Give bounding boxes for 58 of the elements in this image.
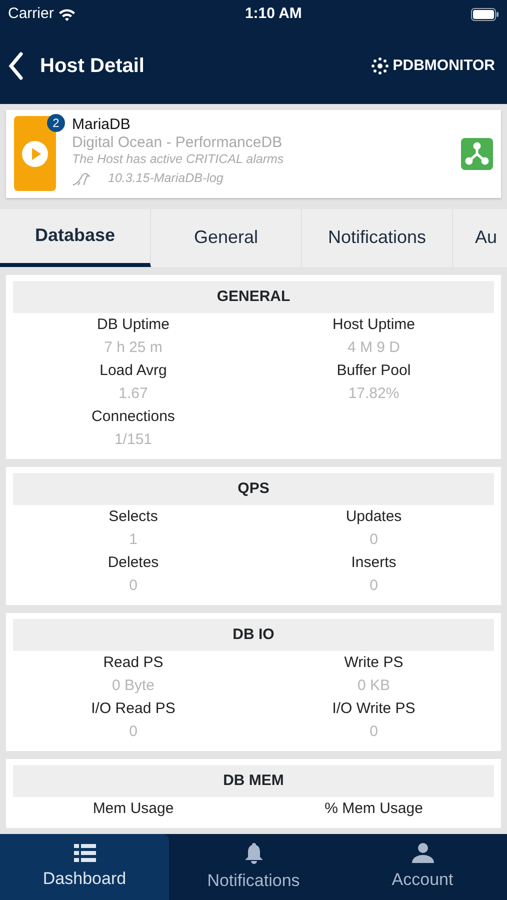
metric-value: 0 bbox=[128, 576, 138, 596]
clock-time: 1:10 AM bbox=[244, 4, 302, 24]
metric-label: I/O Write PS bbox=[331, 699, 416, 719]
metric-value: 7 h 25 m bbox=[103, 338, 164, 358]
metric-value: 0 bbox=[368, 722, 379, 742]
metric-value: 1.67 bbox=[118, 384, 149, 404]
person-icon bbox=[412, 842, 434, 863]
metric-label: Buffer Pool bbox=[336, 361, 412, 381]
metric-label: Read PS bbox=[102, 653, 164, 673]
host-name: MariaDB bbox=[72, 116, 132, 134]
logo-icon bbox=[370, 57, 389, 75]
metric-value: 17.82% bbox=[347, 384, 400, 404]
section-header: DB MEM bbox=[13, 765, 494, 797]
bottom-tab[interactable]: Dashboard bbox=[0, 834, 169, 900]
metric-value: 0 bbox=[128, 722, 138, 742]
list-icon bbox=[74, 844, 96, 862]
section-header: GENERAL bbox=[13, 281, 494, 313]
version-label: 10.3.15-MariaDB-log bbox=[108, 171, 224, 186]
tab[interactable]: Database bbox=[0, 209, 151, 267]
back-icon[interactable] bbox=[8, 52, 24, 80]
tab[interactable]: Au bbox=[453, 209, 505, 267]
carrier-label: Carrier bbox=[8, 4, 54, 24]
metric-label: Inserts bbox=[350, 553, 398, 573]
metric-value: 1/151 bbox=[113, 430, 154, 450]
topology-icon[interactable] bbox=[461, 138, 493, 170]
section-header: DB IO bbox=[13, 619, 494, 651]
metric-value: 0 KB bbox=[356, 676, 392, 696]
page-title: Host Detail bbox=[40, 54, 144, 79]
metric-label: Selects bbox=[108, 507, 159, 527]
metric-label: Deletes bbox=[106, 553, 160, 573]
tab[interactable]: Notifications bbox=[302, 209, 453, 267]
brand-name: PDBMONITOR bbox=[392, 56, 495, 76]
metric-label: Write PS bbox=[343, 653, 404, 673]
metric-label: Connections bbox=[90, 407, 176, 427]
alarm-message: The Host has active CRITICAL alarms bbox=[72, 152, 285, 167]
metric-label: DB Uptime bbox=[96, 315, 171, 335]
count-badge: 2 bbox=[47, 114, 65, 132]
metric-value: 4 M 9 D bbox=[346, 338, 401, 358]
bell-icon bbox=[244, 842, 264, 864]
metric-label: Host Uptime bbox=[331, 315, 416, 335]
metric-label: Updates bbox=[344, 507, 403, 527]
wifi-icon bbox=[58, 8, 76, 20]
metric-label: % Mem Usage bbox=[324, 799, 424, 819]
metric-value: 0 bbox=[368, 530, 379, 550]
battery-icon bbox=[471, 8, 499, 20]
metric-value: 1 bbox=[128, 530, 138, 550]
bottom-tab[interactable]: Notifications bbox=[169, 834, 338, 900]
host-card[interactable]: 2 MariaDB Digital Ocean - PerformanceDB The Host has active CRITICAL alarms 10.3.15-MariaDB-log bbox=[6, 110, 501, 198]
play-icon bbox=[21, 140, 49, 168]
section-header: QPS bbox=[13, 473, 494, 505]
tab[interactable]: General bbox=[151, 209, 302, 267]
metric-label: Load Avrg bbox=[98, 361, 168, 381]
bottom-tab[interactable]: Account bbox=[338, 834, 507, 900]
metric-label: I/O Read PS bbox=[90, 699, 176, 719]
metric-label: Mem Usage bbox=[92, 799, 175, 819]
metric-value: 0 bbox=[368, 576, 379, 596]
host-provider: Digital Ocean - PerformanceDB bbox=[72, 134, 284, 152]
metric-value: 0 Byte bbox=[110, 676, 156, 696]
